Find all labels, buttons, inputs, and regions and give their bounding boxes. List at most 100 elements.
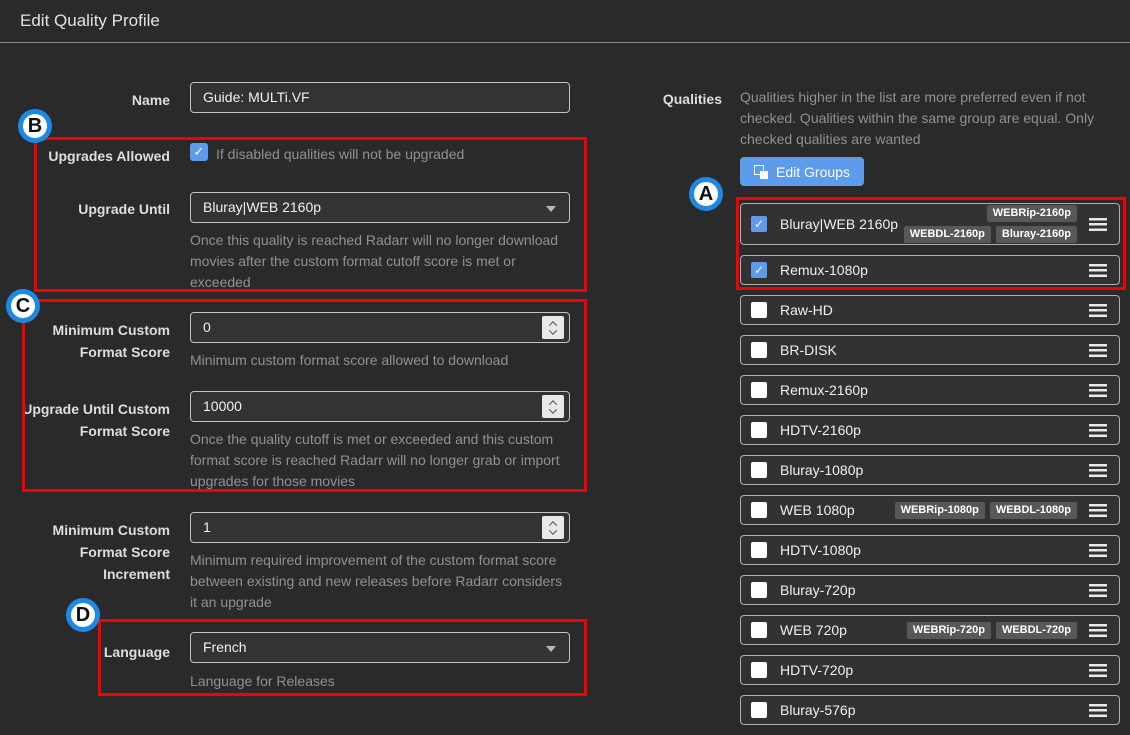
min-custom-format-score-label: Minimum Custom Format Score (0, 319, 170, 363)
upgrade-until-select[interactable]: Bluray|WEB 2160p (190, 192, 570, 223)
quality-checkbox[interactable] (751, 662, 767, 678)
drag-handle-icon[interactable] (1089, 664, 1107, 677)
annotation-circle-b: B (18, 109, 52, 143)
quality-badges: WEBRip-720p WEBDL-720p (907, 622, 1077, 639)
min-custom-format-score-help: Minimum custom format score allowed to d… (190, 350, 572, 371)
quality-label: Bluray-576p (780, 702, 856, 718)
quality-item[interactable]: Bluray-1080p (740, 455, 1120, 485)
language-label: Language (0, 641, 170, 663)
quality-checkbox[interactable] (751, 502, 767, 518)
quality-badges: WEBRip-2160p WEBDL-2160p Bluray-2160p (898, 205, 1077, 243)
language-value: French (203, 639, 247, 655)
quality-checkbox[interactable] (751, 342, 767, 358)
drag-handle-icon[interactable] (1089, 218, 1107, 231)
drag-handle-icon[interactable] (1089, 344, 1107, 357)
quality-badge: WEBRip-720p (907, 622, 991, 639)
min-custom-format-score-input[interactable]: 0 (190, 312, 570, 343)
qualities-label: Qualities (630, 91, 722, 107)
quality-checkbox[interactable] (751, 542, 767, 558)
quality-badge: WEBDL-1080p (990, 502, 1077, 519)
min-custom-format-score-increment-input[interactable]: 1 (190, 512, 570, 543)
upgrades-allowed-checkbox[interactable] (190, 143, 208, 161)
drag-handle-icon[interactable] (1089, 704, 1107, 717)
drag-handle-icon[interactable] (1089, 464, 1107, 477)
quality-label: Remux-2160p (780, 382, 868, 398)
up-down-chevron-icon[interactable] (542, 395, 564, 418)
name-input[interactable]: Guide: MULTi.VF (190, 82, 570, 113)
quality-label: Bluray-1080p (780, 462, 863, 478)
clone-icon (754, 165, 768, 179)
quality-label: Bluray|WEB 2160p (780, 216, 898, 232)
qualities-list: Bluray|WEB 2160p WEBRip-2160p WEBDL-2160p B… (740, 203, 1120, 735)
quality-item[interactable]: Bluray-720p (740, 575, 1120, 605)
upgrade-until-custom-format-score-value: 10000 (203, 398, 242, 414)
quality-checkbox[interactable] (751, 262, 767, 278)
quality-item[interactable]: Bluray|WEB 2160p WEBRip-2160p WEBDL-2160p B… (740, 203, 1120, 245)
quality-badge: WEBDL-2160p (904, 226, 991, 243)
quality-item[interactable]: HDTV-720p (740, 655, 1120, 685)
drag-handle-icon[interactable] (1089, 424, 1107, 437)
drag-handle-icon[interactable] (1089, 624, 1107, 637)
min-custom-format-score-increment-label: Minimum Custom Format Score Increment (0, 519, 170, 585)
page-title: Edit Quality Profile (20, 0, 160, 42)
drag-handle-icon[interactable] (1089, 584, 1107, 597)
quality-checkbox[interactable] (751, 302, 767, 318)
upgrade-until-help: Once this quality is reached Radarr will… (190, 230, 572, 293)
quality-label: Bluray-720p (780, 582, 856, 598)
annotation-circle-a: A (689, 177, 723, 211)
edit-groups-button[interactable]: Edit Groups (740, 157, 864, 186)
upgrade-until-label: Upgrade Until (0, 198, 170, 220)
modal-header: Edit Quality Profile (0, 0, 1130, 43)
upgrade-until-custom-format-score-help: Once the quality cutoff is met or exceed… (190, 429, 572, 492)
quality-checkbox[interactable] (751, 382, 767, 398)
drag-handle-icon[interactable] (1089, 544, 1107, 557)
up-down-chevron-icon[interactable] (542, 316, 564, 339)
annotation-circle-d: D (66, 598, 100, 632)
quality-label: WEB 720p (780, 622, 847, 638)
quality-checkbox[interactable] (751, 462, 767, 478)
edit-groups-label: Edit Groups (776, 164, 850, 180)
quality-checkbox[interactable] (751, 422, 767, 438)
drag-handle-icon[interactable] (1089, 304, 1107, 317)
quality-checkbox[interactable] (751, 216, 767, 232)
annotation-circle-c: C (6, 289, 40, 323)
upgrade-until-value: Bluray|WEB 2160p (203, 199, 321, 215)
quality-label: HDTV-2160p (780, 422, 861, 438)
quality-badge: WEBDL-720p (996, 622, 1077, 639)
min-custom-format-score-increment-help: Minimum required improvement of the cust… (190, 550, 572, 613)
quality-checkbox[interactable] (751, 582, 767, 598)
caret-down-icon (546, 206, 556, 212)
quality-item[interactable]: Remux-1080p (740, 255, 1120, 285)
quality-badge: Bluray-2160p (996, 226, 1077, 243)
quality-item[interactable]: Raw-HD (740, 295, 1120, 325)
drag-handle-icon[interactable] (1089, 504, 1107, 517)
quality-checkbox[interactable] (751, 702, 767, 718)
drag-handle-icon[interactable] (1089, 264, 1107, 277)
quality-label: Raw-HD (780, 302, 833, 318)
quality-checkbox[interactable] (751, 622, 767, 638)
quality-item[interactable]: HDTV-2160p (740, 415, 1120, 445)
quality-item[interactable]: HDTV-1080p (740, 535, 1120, 565)
quality-item[interactable]: WEB 1080p WEBRip-1080p WEBDL-1080p (740, 495, 1120, 525)
upgrades-allowed-helper: If disabled qualities will not be upgrad… (216, 145, 464, 163)
quality-badge: WEBRip-2160p (987, 205, 1077, 222)
quality-item[interactable]: Remux-2160p (740, 375, 1120, 405)
caret-down-icon (546, 646, 556, 652)
quality-label: Remux-1080p (780, 262, 868, 278)
name-label: Name (0, 89, 170, 111)
quality-label: HDTV-720p (780, 662, 853, 678)
min-custom-format-score-value: 0 (203, 319, 211, 335)
qualities-help: Qualities higher in the list are more pr… (740, 87, 1130, 150)
upgrade-until-custom-format-score-input[interactable]: 10000 (190, 391, 570, 422)
quality-label: WEB 1080p (780, 502, 855, 518)
quality-badge: WEBRip-1080p (895, 502, 985, 519)
drag-handle-icon[interactable] (1089, 384, 1107, 397)
quality-item[interactable]: Bluray-576p (740, 695, 1120, 725)
min-custom-format-score-increment-value: 1 (203, 519, 211, 535)
upgrades-allowed-label: Upgrades Allowed (0, 145, 170, 167)
quality-item[interactable]: WEB 720p WEBRip-720p WEBDL-720p (740, 615, 1120, 645)
up-down-chevron-icon[interactable] (542, 516, 564, 539)
quality-badges: WEBRip-1080p WEBDL-1080p (895, 502, 1077, 519)
quality-item[interactable]: BR-DISK (740, 335, 1120, 365)
language-select[interactable]: French (190, 632, 570, 663)
